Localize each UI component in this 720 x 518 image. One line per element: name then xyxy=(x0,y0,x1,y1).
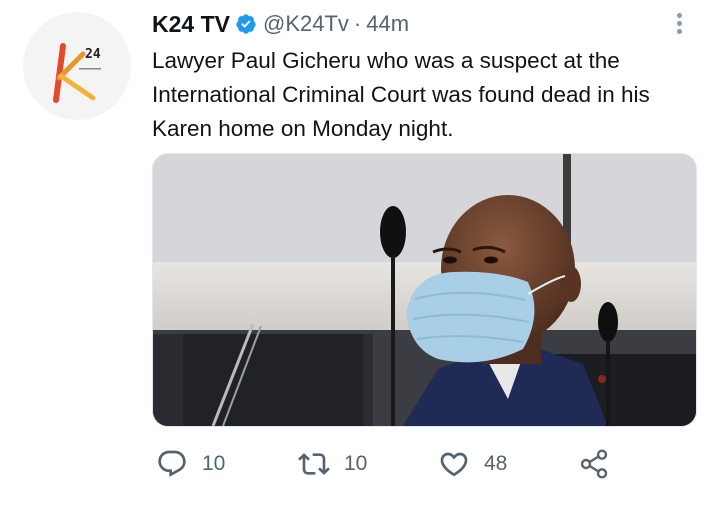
avatar-logo-number: 24 xyxy=(85,47,101,62)
verified-badge-icon xyxy=(236,14,256,34)
tweet-header: K24 TV @K24Tv · 44m xyxy=(152,8,409,40)
like-button[interactable]: 48 xyxy=(438,446,507,482)
tweet-timestamp[interactable]: 44m xyxy=(366,11,409,37)
reply-count: 10 xyxy=(202,452,226,475)
heart-icon xyxy=(440,452,468,477)
like-count: 48 xyxy=(484,452,508,475)
author-avatar[interactable]: 24 xyxy=(23,12,131,120)
reply-button[interactable]: 10 xyxy=(156,446,225,482)
tweet-text: Lawyer Paul Gicheru who was a suspect at… xyxy=(152,48,650,141)
share-button[interactable] xyxy=(578,446,610,482)
retweet-button[interactable]: 10 xyxy=(298,446,367,482)
author-name[interactable]: K24 TV xyxy=(152,11,230,38)
header-separator: · xyxy=(353,11,362,36)
share-icon xyxy=(580,449,608,479)
k24-logo: 24 xyxy=(53,43,101,103)
author-handle[interactable]: @K24Tv xyxy=(263,11,349,37)
tweet-actions: 10 10 48 xyxy=(152,446,622,482)
retweet-icon xyxy=(298,453,330,475)
courtroom-photo xyxy=(153,154,696,426)
retweet-count: 10 xyxy=(344,452,368,475)
tweet-photo[interactable] xyxy=(152,153,697,427)
more-options-icon[interactable] xyxy=(672,10,686,38)
reply-icon xyxy=(158,450,186,477)
